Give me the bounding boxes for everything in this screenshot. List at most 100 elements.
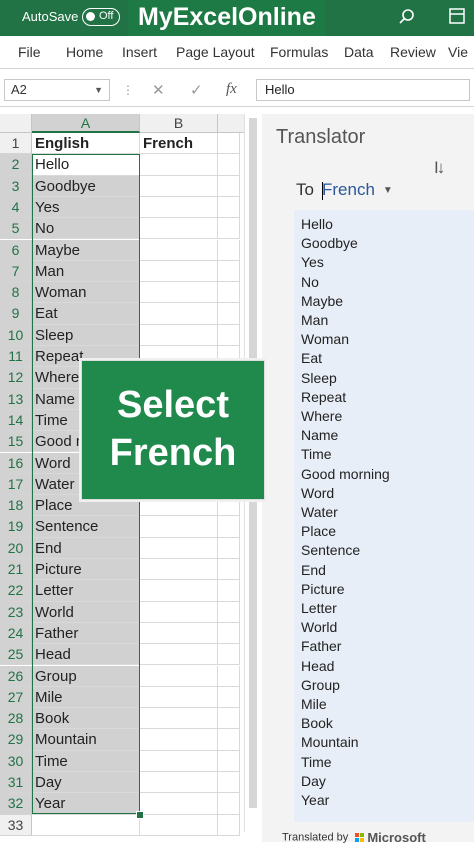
cell-c[interactable]	[218, 729, 240, 751]
cell-c[interactable]	[218, 282, 240, 304]
row-header[interactable]: 10	[0, 324, 32, 346]
tab-data[interactable]: Data	[344, 44, 374, 60]
select-all-corner[interactable]	[0, 114, 32, 133]
row-header[interactable]: 30	[0, 750, 32, 772]
cell-c[interactable]	[218, 793, 240, 815]
row-header[interactable]: 16	[0, 452, 32, 474]
cell-b[interactable]	[140, 537, 218, 559]
cell-c[interactable]	[218, 537, 240, 559]
column-header-a[interactable]: A	[32, 114, 140, 133]
row-header[interactable]: 11	[0, 346, 32, 368]
row-header[interactable]: 15	[0, 431, 32, 453]
row-header[interactable]: 25	[0, 644, 32, 666]
row-header[interactable]: 28	[0, 708, 32, 730]
tab-review[interactable]: Review	[390, 44, 436, 60]
cell-a[interactable]: No	[32, 218, 140, 240]
enter-icon[interactable]: ✓	[190, 81, 203, 99]
row-header[interactable]: 19	[0, 516, 32, 538]
fill-handle[interactable]	[136, 811, 144, 819]
cell-a[interactable]: English	[32, 133, 140, 155]
row-header[interactable]: 5	[0, 218, 32, 240]
cell-a[interactable]: Man	[32, 260, 140, 283]
cell-b[interactable]	[140, 218, 218, 240]
cell-a[interactable]: Maybe	[32, 239, 140, 261]
tab-insert[interactable]: Insert	[122, 44, 157, 60]
cell-c[interactable]	[218, 324, 240, 346]
row-header[interactable]: 8	[0, 282, 32, 304]
row-header[interactable]: 27	[0, 686, 32, 709]
cancel-icon[interactable]: ✕	[152, 81, 165, 99]
tab-view[interactable]: Vie	[448, 44, 468, 60]
cell-b[interactable]	[140, 196, 218, 219]
cell-c[interactable]	[218, 772, 240, 794]
cell-c[interactable]	[218, 644, 240, 666]
cell-b[interactable]	[140, 580, 218, 602]
cell-b[interactable]	[140, 154, 218, 176]
cell-c[interactable]	[218, 559, 240, 581]
function-icon[interactable]: fx	[226, 81, 237, 98]
cell-a[interactable]: Day	[32, 772, 140, 794]
cell-b[interactable]	[140, 559, 218, 581]
cell-c[interactable]	[218, 601, 240, 623]
name-box[interactable]: A2 ▼	[4, 79, 110, 101]
cell-b[interactable]	[140, 772, 218, 794]
tab-page-layout[interactable]: Page Layout	[176, 44, 255, 60]
row-header[interactable]: 26	[0, 665, 32, 687]
cell-b[interactable]	[140, 324, 218, 346]
language-select[interactable]: French ▼	[322, 180, 393, 200]
cell-a[interactable]: Father	[32, 622, 140, 645]
row-header[interactable]: 33	[0, 814, 32, 836]
cell-c[interactable]	[218, 516, 240, 538]
tab-formulas[interactable]: Formulas	[270, 44, 328, 60]
cell-c[interactable]	[218, 218, 240, 240]
cell-a[interactable]: Year	[32, 793, 140, 815]
cell-a[interactable]: Hello	[32, 154, 140, 176]
cell-b[interactable]	[140, 665, 218, 687]
row-header[interactable]: 20	[0, 537, 32, 559]
cell-a[interactable]: Picture	[32, 559, 140, 581]
swap-direction-icon[interactable]: I↓	[434, 158, 445, 178]
cell-b[interactable]	[140, 601, 218, 623]
cell-c[interactable]	[218, 686, 240, 709]
row-header[interactable]: 32	[0, 793, 32, 815]
cell-c[interactable]	[218, 133, 240, 155]
cell-b[interactable]	[140, 708, 218, 730]
cell-c[interactable]	[218, 580, 240, 602]
cell-a[interactable]: Group	[32, 665, 140, 687]
tab-file[interactable]: File	[18, 44, 41, 60]
row-header[interactable]: 23	[0, 601, 32, 623]
chevron-down-icon[interactable]: ▼	[94, 80, 103, 100]
cell-a[interactable]: Head	[32, 644, 140, 666]
search-icon[interactable]	[398, 8, 416, 31]
row-header[interactable]: 31	[0, 772, 32, 794]
cell-b[interactable]	[140, 260, 218, 283]
cell-c[interactable]	[218, 303, 240, 325]
cell-a[interactable]: Sleep	[32, 324, 140, 346]
row-header[interactable]: 22	[0, 580, 32, 602]
cell-a[interactable]: Book	[32, 708, 140, 730]
cell-a[interactable]: Eat	[32, 303, 140, 325]
cell-a[interactable]: World	[32, 601, 140, 623]
row-header[interactable]: 29	[0, 729, 32, 751]
cell-b[interactable]	[140, 303, 218, 325]
cell-a[interactable]	[32, 814, 140, 836]
cell-b[interactable]	[140, 729, 218, 751]
cell-b[interactable]	[140, 814, 218, 836]
cell-a[interactable]: Goodbye	[32, 175, 140, 197]
cell-c[interactable]	[218, 154, 240, 176]
row-header[interactable]: 13	[0, 388, 32, 410]
row-header[interactable]: 3	[0, 175, 32, 197]
row-header[interactable]: 24	[0, 622, 32, 645]
cell-a[interactable]: Mile	[32, 686, 140, 709]
cell-b[interactable]	[140, 750, 218, 772]
row-header[interactable]: 1	[0, 133, 32, 155]
row-header[interactable]: 17	[0, 473, 32, 496]
row-header[interactable]: 14	[0, 409, 32, 432]
row-header[interactable]: 6	[0, 239, 32, 261]
cell-a[interactable]: Woman	[32, 282, 140, 304]
cell-b[interactable]: French	[140, 133, 218, 155]
cell-c[interactable]	[218, 175, 240, 197]
cell-b[interactable]	[140, 793, 218, 815]
cell-b[interactable]	[140, 516, 218, 538]
column-header-c[interactable]	[218, 114, 246, 133]
